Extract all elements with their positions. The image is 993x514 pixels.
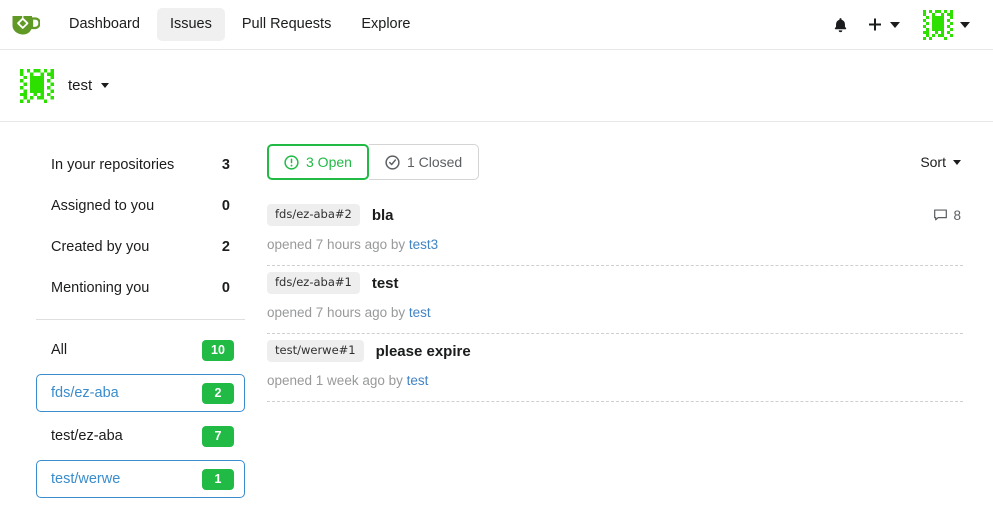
top-navigation-bar: Dashboard Issues Pull Requests Explore [0,0,993,50]
issue-meta-row: opened 7 hours ago by test3 [267,228,963,265]
issue-meta-row: opened 1 week ago by test [267,364,963,401]
sidebar-item-label: Created by you [51,239,149,255]
issue-header-row: test/werwe#1 please expire [267,338,963,364]
bell-icon [832,16,849,34]
plus-icon [867,17,883,33]
context-name-label: test [68,77,92,94]
sidebar-repo-count-badge: 2 [202,383,234,404]
comment-icon [933,208,948,223]
sidebar-repo-filter-fds-ez-aba[interactable]: fds/ez-aba 2 [36,374,245,412]
issue-author-link[interactable]: test [409,305,431,320]
sidebar-item-count: 0 [222,280,236,296]
context-repository-bar: test [0,50,993,122]
sidebar-repo-label: test/werwe [51,471,120,487]
nav-link-issues[interactable]: Issues [157,8,225,41]
sidebar-repo-count-badge: 10 [202,340,234,361]
issue-list-toolbar: 3 Open 1 Closed Sort [267,144,963,180]
issue-opened-icon [284,155,299,170]
sidebar-item-mentioning-you[interactable]: Mentioning you 0 [36,267,245,308]
tab-open-issues[interactable]: 3 Open [267,144,369,180]
issue-filter-sidebar: In your repositories 3 Assigned to you 0… [22,144,245,513]
chevron-down-icon [890,22,900,28]
tab-closed-issues-label: 1 Closed [407,154,462,170]
sort-dropdown-label: Sort [920,154,946,170]
chevron-down-icon [960,22,970,28]
sidebar-repo-count-badge: 7 [202,426,234,447]
issue-title-link[interactable]: test [372,275,399,292]
issue-repo-pill[interactable]: fds/ez-aba#2 [267,204,360,226]
org-avatar-identicon-icon [20,69,54,103]
sidebar-repo-label: All [51,342,67,358]
sidebar-item-assigned-to-you[interactable]: Assigned to you 0 [36,185,245,226]
sidebar-repo-filter-test-ez-aba[interactable]: test/ez-aba 7 [36,417,245,455]
sidebar-item-count: 2 [222,239,236,255]
issue-comment-count[interactable]: 8 [933,208,963,223]
issue-list-item[interactable]: test/werwe#1 please expire opened 1 week… [267,334,963,402]
issue-meta-row: opened 7 hours ago by test [267,296,963,333]
sidebar-item-label: Assigned to you [51,198,154,214]
sidebar-repo-filter-test-werwe[interactable]: test/werwe 1 [36,460,245,498]
issue-meta-text: opened 7 hours ago by [267,305,405,320]
context-switcher[interactable]: test [20,69,109,103]
tab-closed-issues[interactable]: 1 Closed [369,144,479,180]
sort-dropdown[interactable]: Sort [920,154,963,170]
issue-comment-count-value: 8 [953,208,961,223]
sidebar-item-count: 3 [222,157,236,173]
sidebar-item-created-by-you[interactable]: Created by you 2 [36,226,245,267]
primary-nav-links: Dashboard Issues Pull Requests Explore [56,8,424,41]
nav-link-dashboard[interactable]: Dashboard [56,8,153,41]
sidebar-item-label: Mentioning you [51,280,149,296]
sidebar-repo-count-badge: 1 [202,469,234,490]
issue-repo-pill[interactable]: fds/ez-aba#1 [267,272,360,294]
sidebar-item-label: In your repositories [51,157,174,173]
issue-author-link[interactable]: test [407,373,429,388]
issue-author-link[interactable]: test3 [409,237,438,252]
main-content-area: In your repositories 3 Assigned to you 0… [0,122,993,513]
issue-meta-text: opened 1 week ago by [267,373,403,388]
sidebar-repo-label: fds/ez-aba [51,385,119,401]
issue-closed-icon [385,155,400,170]
sidebar-repo-label: test/ez-aba [51,428,123,444]
sidebar-repo-filter-all[interactable]: All 10 [36,331,245,369]
issue-title-link[interactable]: please expire [376,343,471,360]
issue-list-item[interactable]: fds/ez-aba#2 bla 8 opened 7 hours ago by… [267,198,963,266]
nav-link-pull-requests[interactable]: Pull Requests [229,8,344,41]
gitea-teacup-logo-icon[interactable] [8,8,42,42]
sidebar-item-count: 0 [222,198,236,214]
issue-repo-pill[interactable]: test/werwe#1 [267,340,364,362]
issue-meta-text: opened 7 hours ago by [267,237,405,252]
chevron-down-icon [953,160,961,165]
sidebar-divider [36,319,245,320]
chevron-down-icon[interactable] [101,83,109,88]
sidebar-item-in-your-repositories[interactable]: In your repositories 3 [36,144,245,185]
top-navigation-right-group [823,4,979,46]
issue-list-panel: 3 Open 1 Closed Sort fds/ez-aba#2 bla [245,144,971,513]
notifications-button[interactable] [823,10,858,40]
user-menu-button[interactable] [909,4,979,46]
issue-title-link[interactable]: bla [372,207,394,224]
nav-link-explore[interactable]: Explore [348,8,423,41]
issue-header-row: fds/ez-aba#2 bla 8 [267,202,963,228]
issue-state-filter-group: 3 Open 1 Closed [267,144,479,180]
issue-header-row: fds/ez-aba#1 test [267,270,963,296]
issue-list-item[interactable]: fds/ez-aba#1 test opened 7 hours ago by … [267,266,963,334]
tab-open-issues-label: 3 Open [306,154,352,170]
create-new-menu-button[interactable] [858,11,909,39]
user-avatar-identicon-icon [923,10,953,40]
